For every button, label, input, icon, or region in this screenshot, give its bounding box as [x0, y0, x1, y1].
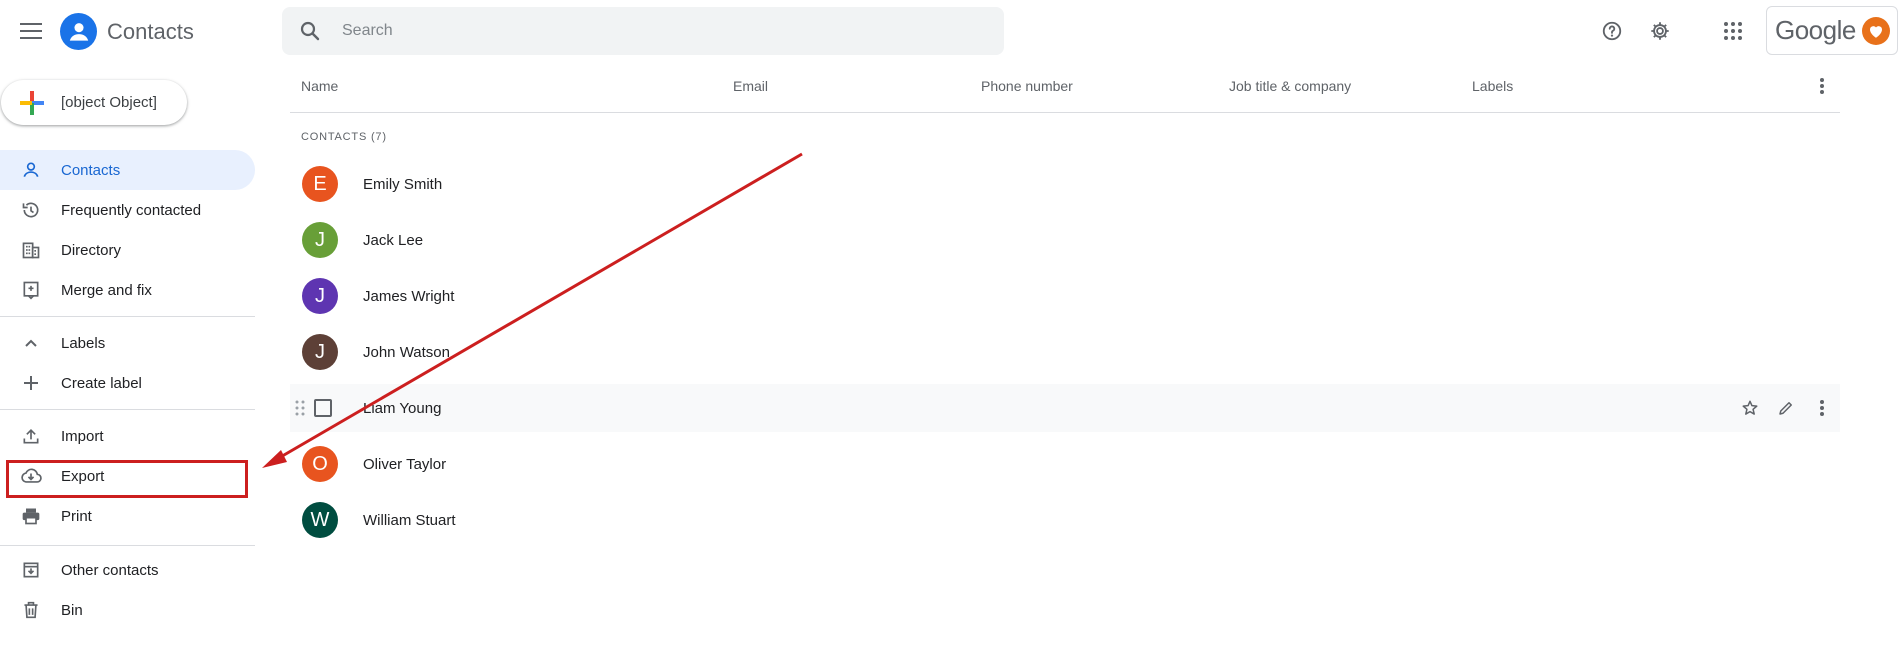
contact-name: John Watson: [363, 343, 450, 361]
table-row[interactable]: J James Wright: [290, 272, 1840, 320]
avatar: J: [302, 222, 338, 258]
sidebar-item-label: Import: [61, 427, 104, 445]
sidebar-item-merge-and-fix[interactable]: Merge and fix: [0, 270, 255, 310]
google-account-button[interactable]: Google: [1766, 6, 1898, 55]
column-header-labels[interactable]: Labels: [1472, 78, 1513, 94]
sidebar-divider: [0, 545, 255, 546]
column-header-job-title[interactable]: Job title & company: [1229, 78, 1351, 94]
star-button[interactable]: [1732, 390, 1768, 426]
pencil-icon: [1779, 402, 1792, 415]
main-menu-button[interactable]: [18, 18, 44, 44]
sidebar-item-label: Create label: [61, 374, 142, 392]
help-icon: [1602, 21, 1622, 41]
drag-handle-icon[interactable]: [294, 398, 306, 418]
more-vert-icon: [1820, 78, 1824, 94]
sidebar-divider: [0, 409, 255, 410]
sidebar-item-print[interactable]: Print: [0, 496, 255, 536]
contact-name: Jack Lee: [363, 231, 424, 249]
sidebar-item-directory[interactable]: Directory: [0, 230, 255, 270]
sidebar-item-bin[interactable]: Bin: [0, 590, 255, 630]
trash-icon: [19, 598, 43, 622]
sidebar-item-label: Merge and fix: [61, 281, 152, 299]
edit-button[interactable]: [1768, 390, 1804, 426]
sidebar-item-label: Bin: [61, 601, 83, 619]
plus-multicolor-icon: [20, 90, 44, 115]
app-title: Contacts: [107, 19, 194, 44]
more-actions-button[interactable]: [1804, 390, 1840, 426]
sidebar-item-label: Contacts: [61, 161, 121, 179]
hamburger-icon: [20, 23, 42, 39]
header-divider: [290, 112, 1840, 113]
create-contact-label: [object Object]: [61, 94, 157, 111]
avatar: E: [302, 166, 338, 202]
table-row[interactable]: J John Watson: [290, 328, 1840, 376]
person-icon: [19, 158, 43, 182]
history-icon: [19, 198, 43, 222]
table-row[interactable]: E Emily Smith: [290, 160, 1840, 208]
avatar: J: [302, 278, 338, 314]
gear-icon: [1651, 22, 1669, 40]
contact-name: Emily Smith: [363, 175, 443, 193]
google-logo-text: Google: [1775, 15, 1856, 45]
sidebar-labels-toggle[interactable]: Labels: [0, 323, 255, 363]
column-header-name[interactable]: Name: [301, 78, 338, 94]
sidebar-item-label: Directory: [61, 241, 122, 259]
merge-icon: [19, 278, 43, 302]
printer-icon: [19, 504, 43, 528]
row-checkbox[interactable]: [314, 399, 332, 417]
search-icon[interactable]: [298, 19, 322, 43]
help-button[interactable]: [1599, 18, 1625, 44]
search-input[interactable]: [340, 7, 980, 55]
avatar: J: [302, 334, 338, 370]
sidebar-item-frequently-contacted[interactable]: Frequently contacted: [0, 190, 255, 230]
column-options-button[interactable]: [1812, 74, 1832, 98]
table-row[interactable]: Liam Young: [290, 384, 1840, 432]
sidebar-item-label: Print: [61, 507, 92, 525]
sidebar-item-import[interactable]: Import: [0, 416, 255, 456]
star-icon: [1742, 400, 1758, 415]
account-avatar-icon: [1861, 16, 1890, 45]
contact-name: Liam Young: [363, 399, 442, 417]
sidebar-divider: [0, 316, 255, 317]
table-row[interactable]: J Jack Lee: [290, 216, 1840, 264]
avatar: W: [302, 502, 338, 538]
upload-icon: [19, 424, 43, 448]
contacts-count: CONTACTS (7): [301, 131, 387, 143]
column-header-email[interactable]: Email: [733, 78, 768, 94]
search-bar[interactable]: [282, 7, 1004, 55]
sidebar-item-label: Other contacts: [61, 561, 159, 579]
avatar: O: [302, 446, 338, 482]
sidebar-item-contacts[interactable]: Contacts: [0, 150, 255, 190]
apps-grid-icon: [1724, 22, 1742, 40]
chevron-up-icon: [19, 331, 43, 355]
sidebar-item-create-label[interactable]: Create label: [0, 363, 255, 403]
sidebar-item-other-contacts[interactable]: Other contacts: [0, 550, 255, 590]
plus-icon: [19, 371, 43, 395]
contact-name: William Stuart: [363, 511, 456, 529]
settings-button[interactable]: [1647, 18, 1673, 44]
contacts-logo[interactable]: [60, 13, 97, 50]
row-actions: [1732, 384, 1840, 432]
create-contact-button[interactable]: [object Object]: [1, 80, 187, 125]
archive-icon: [19, 558, 43, 582]
sidebar-item-label: Labels: [61, 334, 106, 352]
export-highlight-box: [6, 460, 248, 498]
table-row[interactable]: O Oliver Taylor: [290, 440, 1840, 488]
apps-button[interactable]: [1720, 18, 1746, 44]
column-header-phone[interactable]: Phone number: [981, 78, 1073, 94]
table-row[interactable]: W William Stuart: [290, 496, 1840, 544]
sidebar-item-label: Frequently contacted: [61, 201, 202, 219]
more-vert-icon: [1820, 400, 1824, 416]
person-icon: [69, 22, 88, 41]
contact-name: James Wright: [363, 287, 455, 305]
building-icon: [19, 238, 43, 262]
contact-name: Oliver Taylor: [363, 455, 447, 473]
